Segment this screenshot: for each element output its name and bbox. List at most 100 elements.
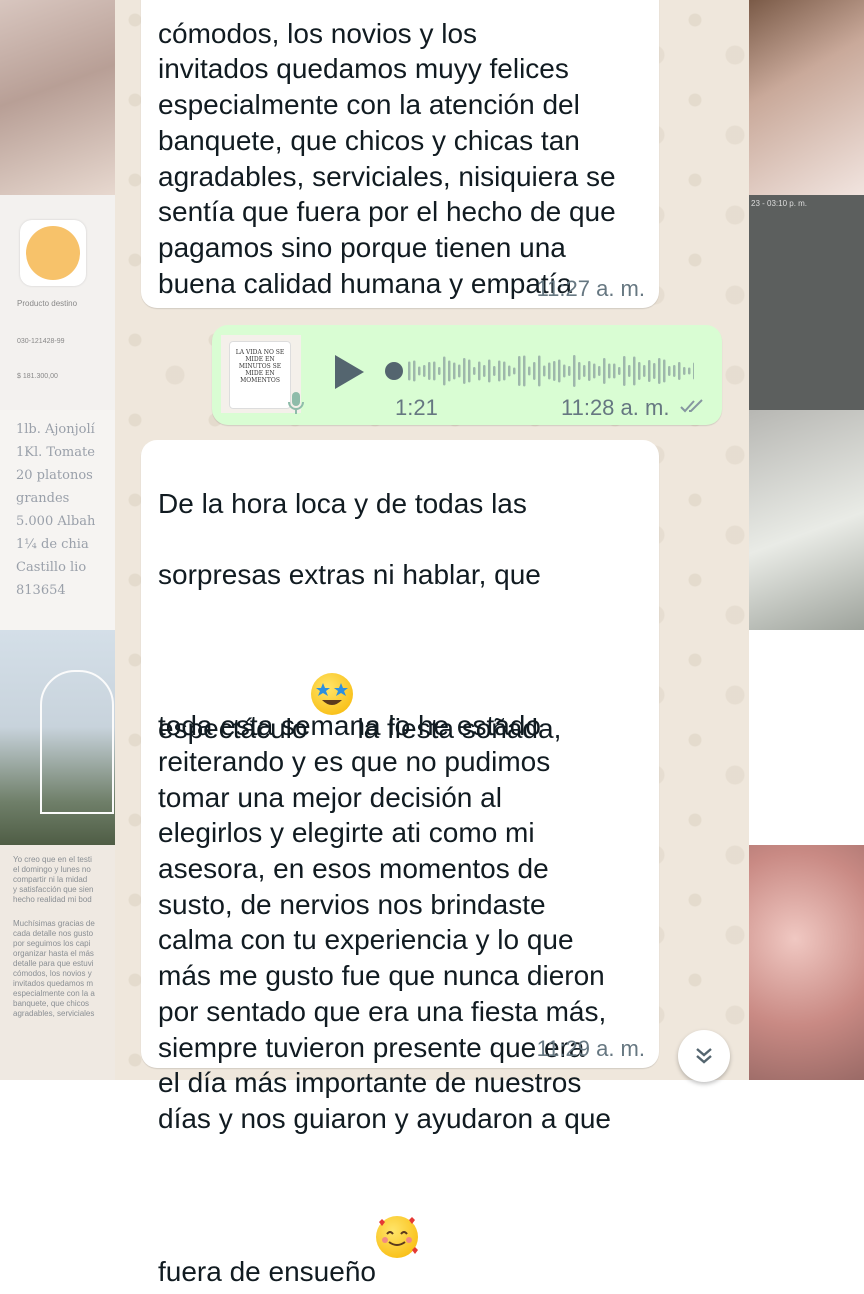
- waveform-bar: [688, 367, 691, 375]
- bg-chat-line: hecho realidad mi bod: [13, 895, 92, 904]
- play-button[interactable]: [332, 353, 366, 391]
- bg-chat-line: Muchísimas gracias de: [13, 919, 95, 928]
- bg-chat-line: especialmente con la a: [13, 989, 95, 998]
- waveform-bar: [493, 366, 496, 376]
- waveform-bar: [553, 361, 556, 381]
- waveform-bar: [588, 361, 591, 381]
- bg-note-line: 5.000 Albah: [16, 514, 96, 529]
- bank-logo-icon: [26, 226, 80, 280]
- incoming-message-bubble[interactable]: De la hora loca y de todas las sorpresas…: [141, 440, 659, 1287]
- waveform-bar: [408, 361, 411, 381]
- bg-chat-line: cómodos, los novios y: [13, 969, 92, 978]
- waveform-bar: [673, 365, 676, 377]
- waveform-bar: [583, 365, 586, 377]
- bg-chat-line: invitados quedamos m: [13, 979, 94, 988]
- waveform-bar: [498, 360, 501, 382]
- message-time: 11:29 a. m.: [536, 1036, 645, 1061]
- bg-video-screenshot: 23 - 03:10 p. m.: [749, 195, 864, 410]
- bg-photo-bride: [749, 0, 864, 195]
- waveform-bar: [663, 359, 666, 383]
- message-text-body: invitados quedamos muyy felices especial…: [158, 53, 616, 299]
- waveform-bar: [613, 363, 616, 379]
- waveform-bar: [473, 367, 476, 375]
- waveform-bar: [418, 366, 421, 376]
- bg-video-timestamp: 23 - 03:10 p. m.: [751, 199, 808, 208]
- message-text: De la hora loca y de todas las sorpresas…: [158, 450, 611, 1288]
- waveform-bar: [648, 360, 651, 382]
- waveform-bar: [608, 363, 611, 379]
- bg-chat-screenshot: Yo creo que en el testi el domingo y lun…: [0, 845, 115, 1080]
- bg-handwritten-note: 1lb. Ajonjolí 1Kl. Tomate 20 platonos gr…: [0, 410, 115, 630]
- bg-chat-line: agradables, serviciales: [13, 1009, 95, 1018]
- waveform-bar: [598, 366, 601, 376]
- smiling-face-with-hearts-emoji: [375, 1216, 418, 1259]
- waveform-bar: [463, 358, 466, 384]
- waveform-bar: [528, 366, 531, 376]
- waveform-bar: [643, 365, 646, 377]
- waveform-bar: [693, 362, 696, 380]
- message-line: De la hora loca y de todas las: [158, 487, 527, 519]
- waveform-bar: [428, 362, 431, 380]
- waveform-bar: [538, 355, 541, 387]
- bg-chat-line: el domingo y lunes no: [13, 865, 91, 874]
- bg-chat-line: y satisfacción que sien: [13, 885, 94, 894]
- waveform-bar: [513, 367, 516, 375]
- bg-note-line: 20 platonos: [16, 468, 93, 483]
- waveform-bar: [593, 363, 596, 379]
- message-body: toda esta semana lo he estado reiterando…: [158, 710, 611, 1134]
- waveform-bar: [443, 356, 446, 386]
- waveform-bar: [653, 363, 656, 379]
- playback-knob: [385, 362, 403, 380]
- waveform-bar: [483, 365, 486, 377]
- bg-note-line: 1¼ de chia: [16, 537, 89, 552]
- incoming-message-bubble[interactable]: cómodos, los novios y los invitados qued…: [141, 0, 659, 308]
- message-line: sorpresas extras ni hablar, que: [158, 559, 541, 591]
- waveform-bar: [413, 360, 416, 382]
- waveform-bar: [433, 361, 436, 381]
- mug-text: LA VIDA NO SE MIDE EN MINUTOS SE MIDE EN…: [235, 349, 285, 384]
- waveform-bar: [543, 365, 546, 377]
- waveform-slider[interactable]: [384, 353, 696, 389]
- waveform-bar: [573, 355, 576, 387]
- bg-receipt-screenshot: Producto destino 030-121428-99 $ 181.300…: [0, 195, 115, 410]
- star-struck-emoji: [311, 672, 354, 715]
- waveform-bar: [453, 362, 456, 380]
- waveform-bar: [628, 365, 631, 377]
- waveform-bar: [448, 360, 451, 382]
- waveform-bar: [468, 359, 471, 383]
- bg-receipt-label: Producto destino: [17, 299, 78, 308]
- voice-message-bubble[interactable]: LA VIDA NO SE MIDE EN MINUTOS SE MIDE EN…: [212, 325, 722, 425]
- waveform-bar: [633, 356, 636, 386]
- bg-chat-line: cada detalle nos gusto: [13, 929, 94, 938]
- bg-receipt-account: 030-121428-99: [17, 338, 65, 345]
- waveform-bar: [563, 364, 566, 378]
- bg-note-line: Castillo lio: [16, 560, 87, 575]
- bg-note-line: 1lb. Ajonjolí: [16, 422, 95, 437]
- waveform-bar: [638, 362, 641, 380]
- scroll-to-bottom-button[interactable]: [678, 1030, 730, 1082]
- bg-photo-balloons: [749, 845, 864, 1080]
- bg-chat-line: por seguimos los capi: [13, 939, 91, 948]
- bg-photo-dress: [0, 0, 115, 195]
- bg-receipt-amount: $ 181.300,00: [17, 373, 58, 380]
- waveform-bar: [438, 367, 441, 375]
- bg-photo-bag: [749, 410, 864, 630]
- bg-chat-line: Yo creo que en el testi: [13, 855, 92, 864]
- voice-duration: 1:21: [395, 395, 438, 420]
- message-line-part: fuera de ensueño: [158, 1256, 376, 1288]
- bg-photo-gazebo: [0, 630, 115, 845]
- waveform-bar: [658, 358, 661, 384]
- waveform-bar: [668, 366, 671, 376]
- waveform-bar: [578, 362, 581, 380]
- waveform-bar: [568, 366, 571, 376]
- waveform-bar: [523, 355, 526, 387]
- bg-note-line: grandes: [16, 491, 70, 506]
- bg-chat-line: compartir ni la midad: [13, 875, 88, 884]
- message-time: 11:28 a. m.: [561, 395, 670, 420]
- message-text-partial: cómodos, los novios y los: [158, 17, 478, 49]
- message-line: espectáculo la fiesta soñada,: [158, 629, 611, 744]
- waveform-bar: [518, 356, 521, 386]
- bg-chat-line: detalle para que estuvi: [13, 959, 94, 968]
- waveform-bar: [503, 361, 506, 381]
- waveform-bar: [623, 356, 626, 386]
